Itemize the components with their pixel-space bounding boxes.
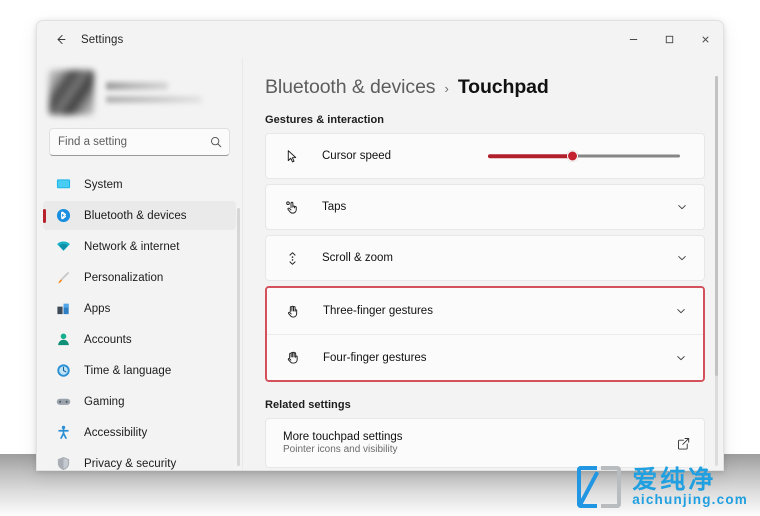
more-touchpad-settings-text: More touchpad settings Pointer icons and… bbox=[283, 431, 403, 455]
sidebar-item-accounts[interactable]: Accounts bbox=[43, 325, 236, 354]
sidebar-item-accessibility[interactable]: Accessibility bbox=[43, 418, 236, 447]
minimize-icon[interactable] bbox=[615, 21, 651, 58]
profile-name-blurred bbox=[106, 81, 168, 90]
window-body: Find a setting System Bluetooth & device… bbox=[37, 58, 723, 470]
avatar bbox=[49, 69, 94, 115]
taps-label: Taps bbox=[322, 201, 347, 213]
three-finger-hand-icon bbox=[284, 302, 302, 320]
sidebar-item-bluetooth-devices[interactable]: Bluetooth & devices bbox=[43, 201, 236, 230]
watermark-domain: aichunjing.com bbox=[632, 492, 748, 508]
finger-gestures-highlight-group: Three-finger gestures Four-finger gestur… bbox=[265, 286, 705, 382]
cursor-arrow-icon bbox=[283, 147, 301, 165]
monitor-icon bbox=[55, 176, 72, 193]
sidebar-item-apps[interactable]: Apps bbox=[43, 294, 236, 323]
sidebar-nav: System Bluetooth & devices Network & int… bbox=[37, 170, 242, 470]
sidebar-item-label: Personalization bbox=[84, 271, 164, 284]
sidebar-item-label: Time & language bbox=[84, 364, 172, 377]
sidebar-item-time-language[interactable]: Time & language bbox=[43, 356, 236, 385]
back-arrow-icon[interactable] bbox=[45, 26, 75, 54]
sidebar-item-personalization[interactable]: Personalization bbox=[43, 263, 236, 292]
gamepad-icon bbox=[55, 393, 72, 410]
section-label-gestures: Gestures & interaction bbox=[265, 114, 385, 126]
slider-thumb[interactable] bbox=[566, 150, 578, 162]
wifi-icon bbox=[55, 238, 72, 255]
chevron-down-icon[interactable] bbox=[675, 305, 687, 317]
sidebar-item-network-internet[interactable]: Network & internet bbox=[43, 232, 236, 261]
screenshot-root: Settings Find a setting System Bluetooth… bbox=[0, 0, 760, 516]
search-input[interactable]: Find a setting bbox=[49, 128, 230, 156]
sidebar-item-gaming[interactable]: Gaming bbox=[43, 387, 236, 416]
watermark-text: 爱纯净 aichunjing.com bbox=[632, 467, 748, 507]
profile-text-blurred bbox=[106, 81, 202, 103]
more-touchpad-settings-row[interactable]: More touchpad settings Pointer icons and… bbox=[265, 418, 705, 468]
taps-row[interactable]: Taps bbox=[265, 184, 705, 230]
scroll-zoom-label: Scroll & zoom bbox=[322, 252, 393, 264]
sidebar-item-label: System bbox=[84, 178, 123, 191]
chevron-down-icon[interactable] bbox=[676, 252, 688, 264]
sidebar-item-label: Network & internet bbox=[84, 240, 180, 253]
user-profile[interactable] bbox=[49, 64, 242, 120]
sidebar-item-system[interactable]: System bbox=[43, 170, 236, 199]
shield-icon bbox=[55, 455, 72, 470]
search-container: Find a setting bbox=[49, 128, 230, 156]
scroll-updown-icon bbox=[283, 249, 301, 267]
sidebar-item-label: Accessibility bbox=[84, 426, 148, 439]
breadcrumb-parent[interactable]: Bluetooth & devices bbox=[265, 76, 436, 99]
more-touchpad-settings-title: More touchpad settings bbox=[283, 431, 403, 443]
cursor-speed-slider[interactable] bbox=[488, 149, 680, 163]
sidebar-scrollbar[interactable] bbox=[237, 208, 240, 466]
external-link-icon[interactable] bbox=[677, 437, 690, 450]
sidebar-item-label: Gaming bbox=[84, 395, 125, 408]
maximize-icon[interactable] bbox=[651, 21, 687, 58]
sidebar-item-label: Accounts bbox=[84, 333, 132, 346]
bracket-right bbox=[601, 466, 622, 508]
section-label-related: Related settings bbox=[265, 399, 351, 411]
cursor-speed-row[interactable]: Cursor speed bbox=[265, 133, 705, 179]
search-icon[interactable] bbox=[210, 136, 222, 148]
breadcrumb: Bluetooth & devices › Touchpad bbox=[265, 76, 705, 99]
breadcrumb-separator-icon: › bbox=[444, 81, 449, 96]
sidebar-item-label: Apps bbox=[84, 302, 111, 315]
bracket-logo-icon bbox=[577, 466, 622, 508]
main-scrollbar-thumb[interactable] bbox=[715, 76, 718, 376]
chevron-down-icon[interactable] bbox=[676, 201, 688, 213]
profile-email-blurred bbox=[106, 95, 202, 103]
window-controls bbox=[615, 21, 723, 58]
bluetooth-icon bbox=[55, 207, 72, 224]
sidebar-item-privacy-security[interactable]: Privacy & security bbox=[43, 449, 236, 470]
chevron-down-icon[interactable] bbox=[675, 352, 687, 364]
scroll-zoom-row[interactable]: Scroll & zoom bbox=[265, 235, 705, 281]
window-title: Settings bbox=[81, 33, 124, 46]
search-placeholder: Find a setting bbox=[58, 136, 128, 148]
clock-icon bbox=[55, 362, 72, 379]
watermark-chinese: 爱纯净 bbox=[632, 465, 717, 495]
three-finger-gestures-row[interactable]: Three-finger gestures bbox=[267, 288, 703, 334]
main-content: Bluetooth & devices › Touchpad Gestures … bbox=[243, 58, 723, 470]
sidebar: Find a setting System Bluetooth & device… bbox=[37, 58, 243, 470]
page-title: Touchpad bbox=[457, 76, 549, 98]
three-finger-gestures-label: Three-finger gestures bbox=[323, 305, 433, 317]
slider-fill bbox=[488, 154, 573, 158]
window-titlebar: Settings bbox=[37, 21, 723, 58]
four-finger-hand-icon bbox=[284, 349, 302, 367]
paintbrush-icon bbox=[55, 269, 72, 286]
settings-window: Settings Find a setting System Bluetooth… bbox=[36, 20, 724, 471]
four-finger-gestures-label: Four-finger gestures bbox=[323, 351, 427, 364]
apps-icon bbox=[55, 300, 72, 317]
cursor-speed-label: Cursor speed bbox=[322, 150, 392, 162]
tap-hand-icon bbox=[283, 198, 301, 216]
more-touchpad-settings-subtitle: Pointer icons and visibility bbox=[283, 444, 398, 455]
watermark: 爱纯净 aichunjing.com bbox=[577, 466, 748, 508]
sidebar-item-label: Bluetooth & devices bbox=[84, 209, 187, 222]
accessibility-icon bbox=[55, 424, 72, 441]
sidebar-item-label: Privacy & security bbox=[84, 457, 177, 470]
four-finger-gestures-row[interactable]: Four-finger gestures bbox=[267, 334, 703, 380]
close-icon[interactable] bbox=[687, 21, 723, 58]
person-icon bbox=[55, 331, 72, 348]
